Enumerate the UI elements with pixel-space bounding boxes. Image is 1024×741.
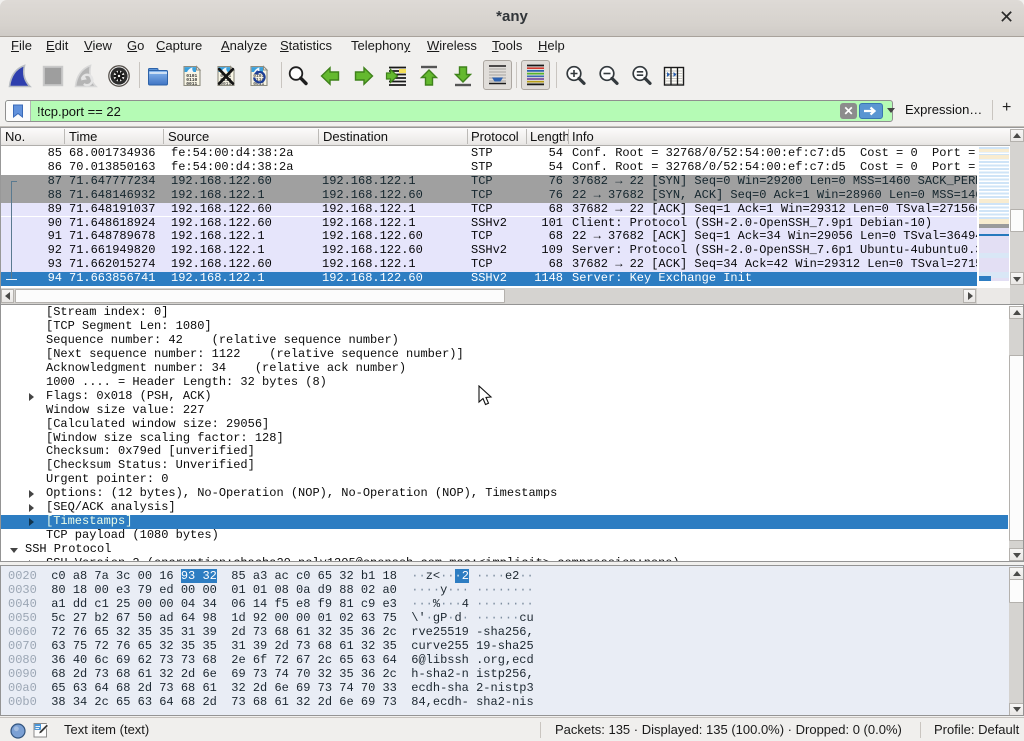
svg-text:0011: 0011	[186, 81, 197, 87]
